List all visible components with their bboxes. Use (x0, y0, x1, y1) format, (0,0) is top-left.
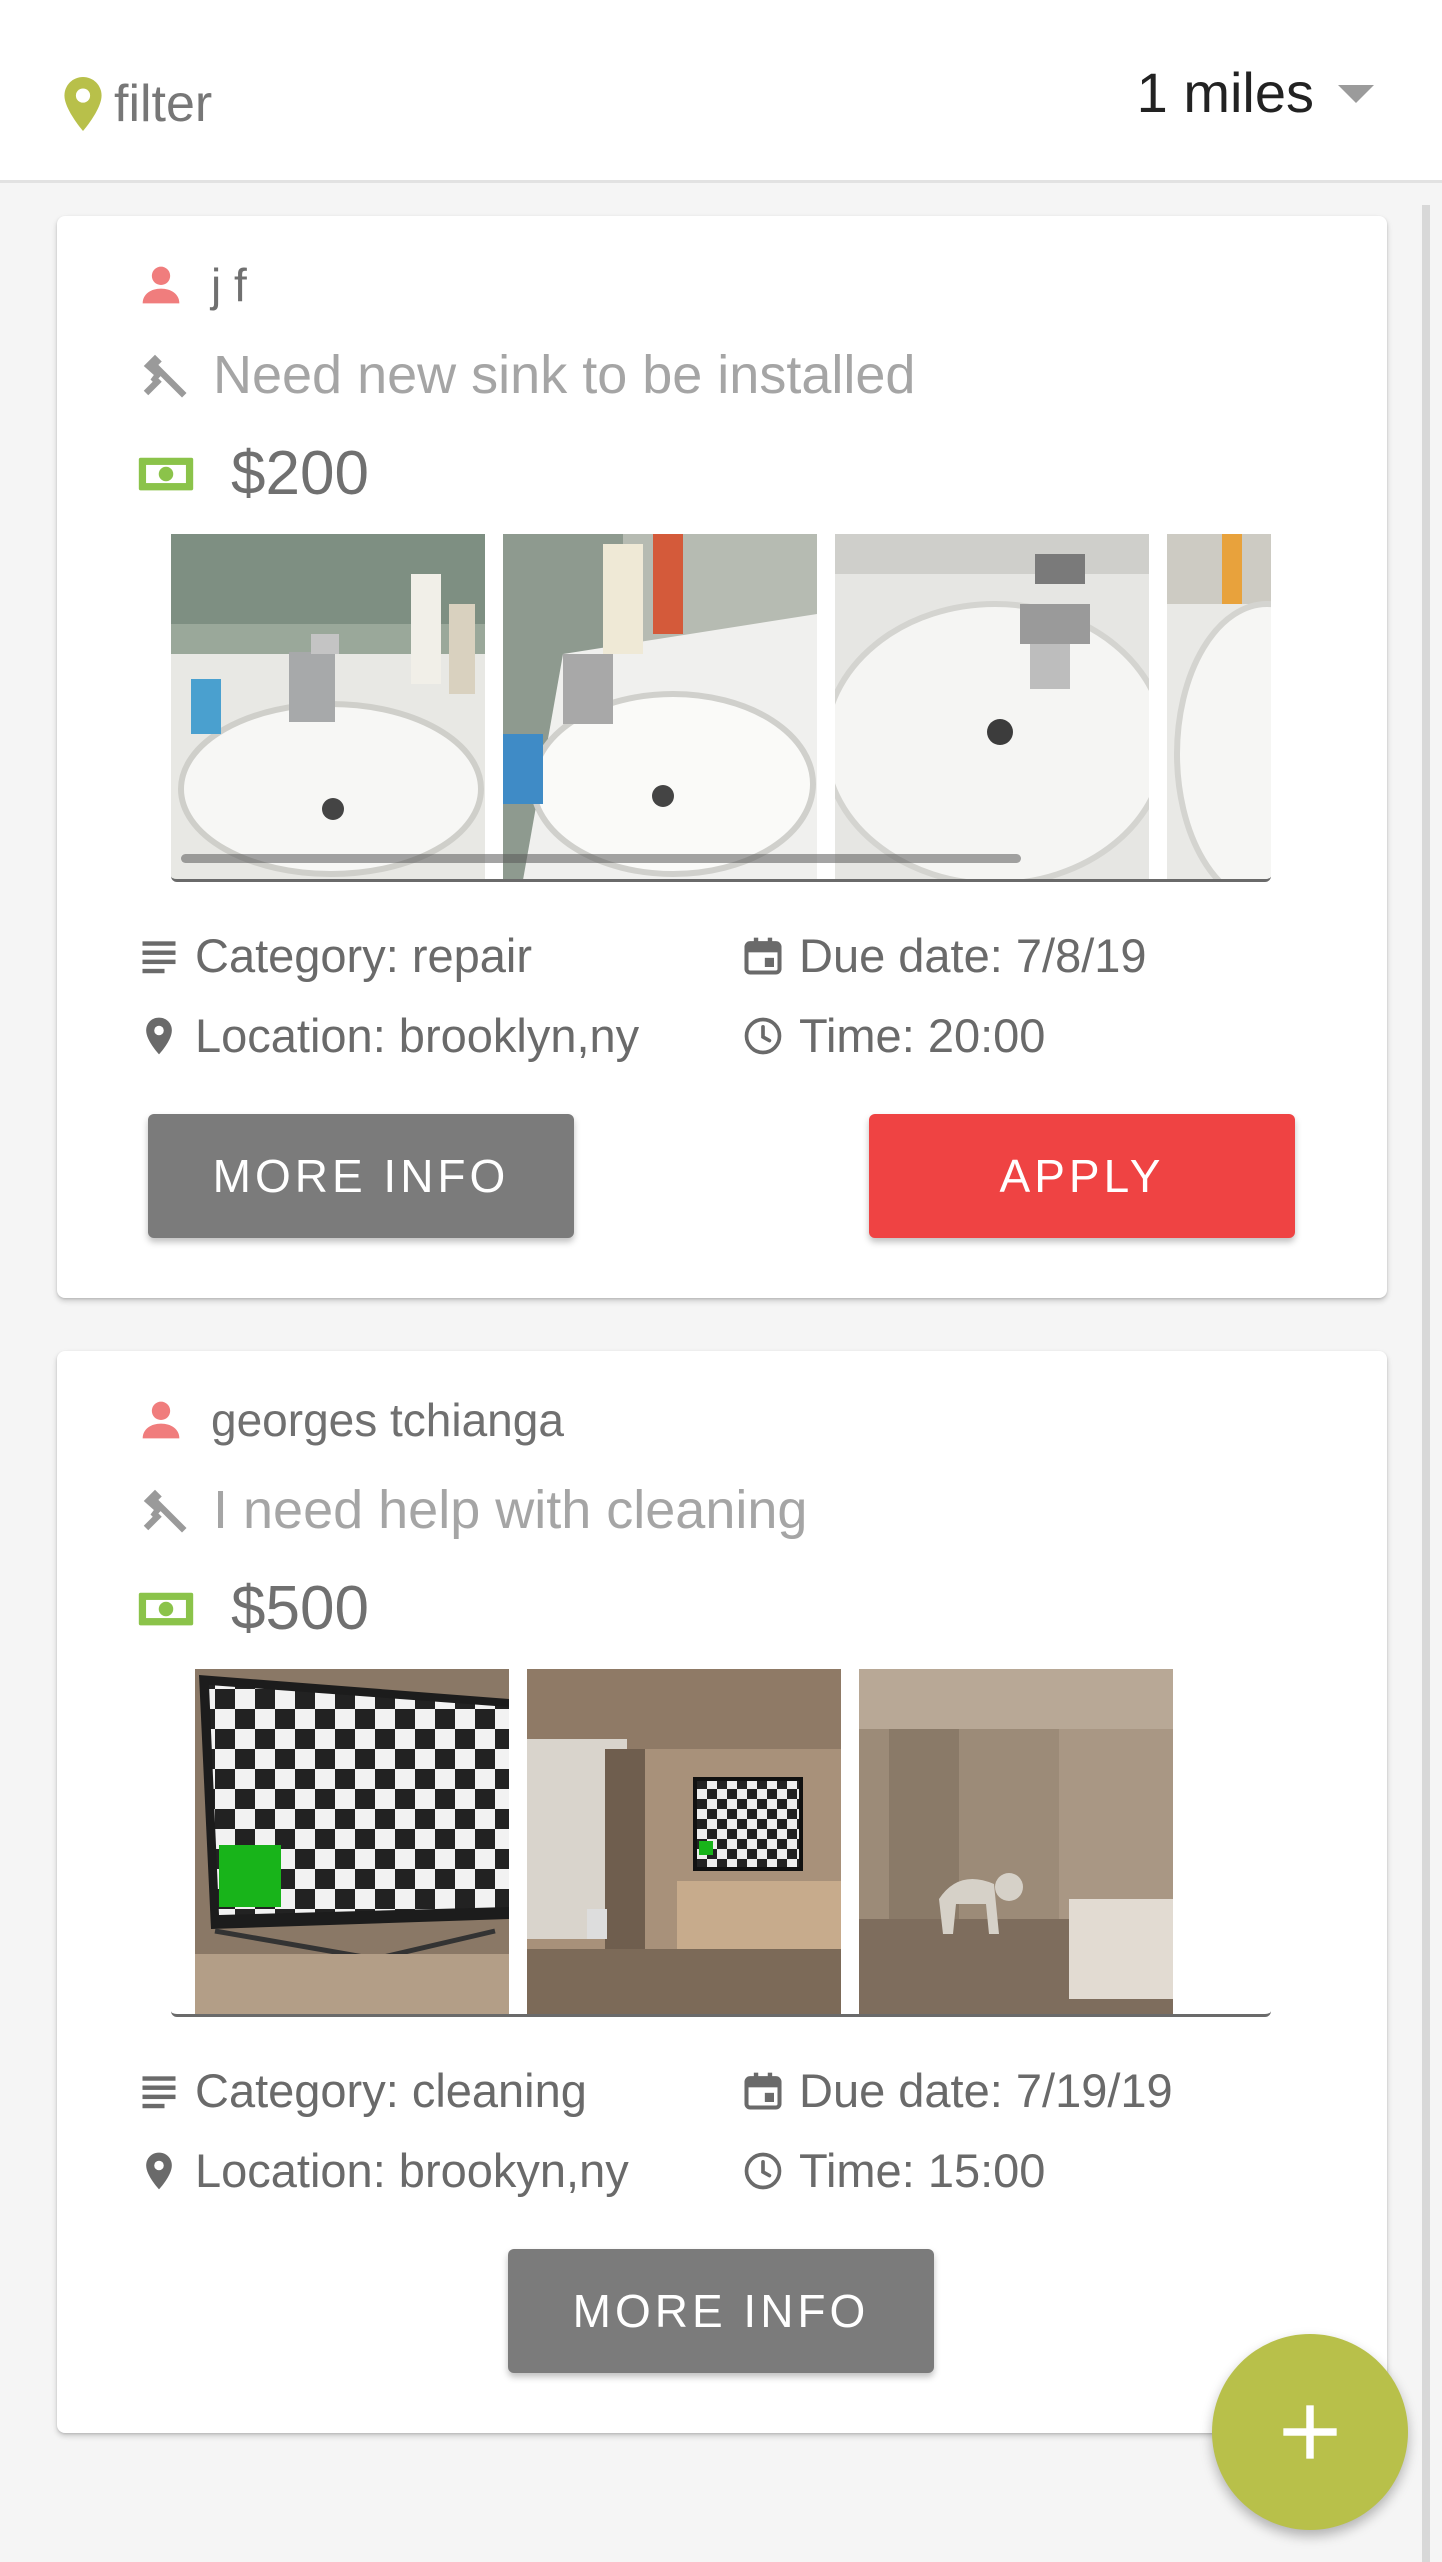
job-user-row: j f (139, 258, 247, 312)
job-title-row: I need help with cleaning (137, 1479, 807, 1541)
sink-photo-1[interactable] (171, 534, 485, 879)
hammer-icon (143, 1489, 187, 1533)
filter-bar: filter 1 miles (0, 0, 1442, 183)
job-time-text: Time: 20:00 (799, 1009, 1046, 1062)
clock-icon (744, 1017, 782, 1054)
location-filter[interactable]: filter (62, 74, 212, 134)
job-price-row: $200 (137, 438, 369, 509)
sink-photo-3[interactable] (835, 534, 1149, 879)
cash-icon (138, 457, 194, 490)
more-info-button[interactable]: MORE INFO (508, 2249, 934, 2373)
job-due-date: Due date: 7/19/19 (741, 2063, 1173, 2118)
job-time: Time: 20:00 (741, 1008, 1045, 1063)
job-image-gallery[interactable] (171, 1669, 1271, 2017)
sink-photo-4[interactable] (1167, 534, 1271, 879)
map-pin-icon (64, 77, 102, 131)
map-pin-icon (146, 1017, 172, 1054)
living-room-tv-photo[interactable] (527, 1669, 841, 2014)
job-image-gallery[interactable] (171, 534, 1271, 882)
job-location-text: Location: brooklyn,ny (195, 1009, 640, 1062)
caret-down-icon (1338, 84, 1374, 103)
job-title-row: Need new sink to be installed (137, 344, 915, 406)
job-user-row: georges tchianga (139, 1393, 564, 1447)
job-price: $500 (231, 1574, 369, 1643)
job-user-name: georges tchianga (211, 1394, 564, 1446)
sink-photo-2[interactable] (503, 534, 817, 879)
more-info-button[interactable]: MORE INFO (148, 1114, 574, 1238)
job-due-date-text: Due date: 7/19/19 (799, 2064, 1173, 2117)
list-icon (142, 2075, 176, 2108)
job-category-text: Category: cleaning (195, 2064, 587, 2117)
distance-select[interactable]: 1 miles (1137, 60, 1374, 125)
apply-button[interactable]: APPLY (869, 1114, 1295, 1238)
job-time: Time: 15:00 (741, 2143, 1045, 2198)
hammer-icon (143, 354, 187, 398)
job-category: Category: cleaning (137, 2063, 587, 2118)
job-card: j f Need new sink to be installed $200 C… (57, 216, 1387, 1298)
job-time-text: Time: 15:00 (799, 2144, 1046, 2197)
filter-label: filter (114, 75, 213, 133)
distance-value: 1 miles (1136, 61, 1314, 124)
list-icon (142, 940, 176, 973)
calendar-icon (744, 2072, 782, 2110)
job-price-row: $500 (137, 1573, 369, 1644)
job-category: Category: repair (137, 928, 532, 983)
map-pin-icon (146, 2152, 172, 2189)
person-icon (142, 1401, 180, 1439)
app-screen: filter 1 miles j f Need new sink to be i… (0, 0, 1442, 2562)
job-price: $200 (231, 439, 369, 508)
plus-icon (1283, 2405, 1337, 2459)
clock-icon (744, 2152, 782, 2189)
job-card: georges tchianga I need help with cleani… (57, 1351, 1387, 2433)
add-job-button[interactable] (1212, 2334, 1408, 2530)
gallery-scroll-indicator[interactable] (181, 854, 1021, 863)
job-due-date-text: Due date: 7/8/19 (799, 929, 1147, 982)
cash-icon (138, 1592, 194, 1625)
tv-checkerboard-photo[interactable] (195, 1669, 509, 2014)
job-category-text: Category: repair (195, 929, 532, 982)
job-location: Location: brooklyn,ny (137, 1008, 639, 1063)
job-location-text: Location: brookyn,ny (195, 2144, 629, 2197)
job-user-name: j f (211, 259, 247, 311)
room-dog-photo[interactable] (859, 1669, 1173, 2014)
person-icon (142, 266, 180, 304)
job-due-date: Due date: 7/8/19 (741, 928, 1147, 983)
job-location: Location: brookyn,ny (137, 2143, 629, 2198)
page-scrollbar[interactable] (1422, 205, 1430, 2562)
job-title: Need new sink to be installed (213, 345, 916, 405)
calendar-icon (744, 937, 782, 975)
job-title: I need help with cleaning (213, 1480, 808, 1540)
